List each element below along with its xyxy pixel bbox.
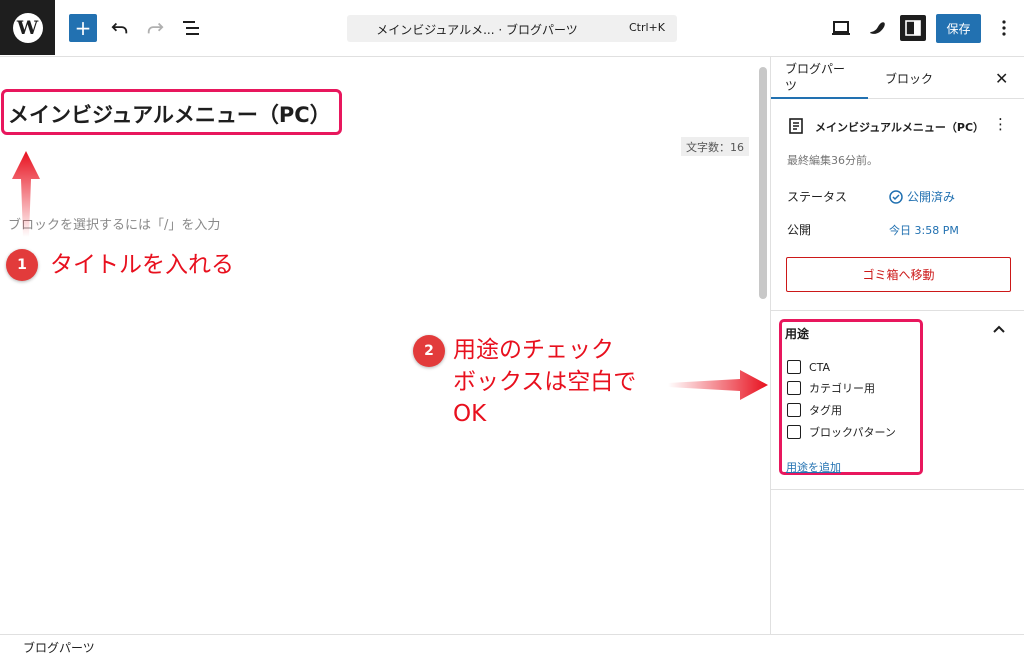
status-value-text: 公開済み <box>907 190 956 204</box>
sidebar-tabs: ブログパーツ ブロック ✕ <box>771 57 1024 99</box>
command-bar-title: メインビジュアルメ... · ブログパーツ <box>376 23 578 37</box>
plus-icon: + <box>74 16 92 40</box>
annotation-text-2-line-1: 用途のチェック <box>453 337 614 363</box>
sidebar-toggle-button[interactable] <box>900 15 926 41</box>
wordpress-logo-button[interactable]: W <box>0 0 55 55</box>
wordpress-icon-glyph: W <box>16 16 39 39</box>
editor-canvas: メインビジュアルメニュー（PC） 文字数：16 ブロックを選択するには「/」を入… <box>0 57 770 634</box>
redo-icon[interactable] <box>143 16 167 40</box>
tab-block[interactable]: ブロック <box>885 57 933 99</box>
editor-scrollbar[interactable] <box>759 67 767 299</box>
annotation-text-1: タイトルを入れる <box>50 252 234 278</box>
annotation-number-1: 1 <box>6 249 38 281</box>
sidebar-toggle-icon <box>905 20 921 36</box>
checkbox-label: CTA <box>809 360 831 374</box>
last-edited-text: 最終編集36分前。 <box>787 154 878 167</box>
status-value-button[interactable]: 公開済み <box>889 188 955 205</box>
annotation-arrow-up <box>12 151 40 237</box>
document-title: メインビジュアルメニュー（PC） <box>815 121 985 134</box>
usage-panel-title[interactable]: 用途 <box>785 325 809 342</box>
annotation-text-2-line-2: ボックスは空白で <box>453 369 637 395</box>
checkbox-label: ブロックパターン <box>809 426 896 439</box>
editor-footer-breadcrumb: ブログパーツ <box>0 634 1024 657</box>
checkbox[interactable] <box>787 425 801 439</box>
panel-divider <box>771 310 1024 311</box>
checkbox-label: タグ用 <box>809 404 842 417</box>
annotation-arrow-right <box>668 370 768 400</box>
character-count-badge: 文字数：16 <box>681 137 749 156</box>
checkbox[interactable] <box>787 403 801 417</box>
styles-icon[interactable] <box>866 16 890 40</box>
command-shortcut: Ctrl+K <box>628 21 665 34</box>
editor-toolbar: W + メインビジュアルメ... · ブログパーツ Ctrl+K 保存 <box>0 0 1024 57</box>
tab-blog-parts[interactable]: ブログパーツ <box>771 57 868 99</box>
desktop-view-icon[interactable] <box>829 16 853 40</box>
add-block-button[interactable]: + <box>69 14 97 42</box>
post-title-input[interactable]: メインビジュアルメニュー（PC） <box>8 99 331 129</box>
breadcrumb-item[interactable]: ブログパーツ <box>23 639 95 656</box>
status-label: ステータス <box>787 190 848 204</box>
checkbox[interactable] <box>787 360 801 374</box>
undo-icon[interactable] <box>108 16 132 40</box>
wordpress-icon: W <box>12 12 43 43</box>
usage-option-tag[interactable]: タグ用 <box>787 401 842 419</box>
document-summary: メインビジュアルメニュー（PC） <box>787 117 1009 137</box>
document-icon <box>789 118 803 134</box>
add-usage-link[interactable]: 用途を追加 <box>786 459 841 475</box>
chevron-up-icon[interactable] <box>991 321 1007 337</box>
usage-highlight-box <box>779 319 923 475</box>
command-palette-bar[interactable]: メインビジュアルメ... · ブログパーツ Ctrl+K <box>347 15 677 42</box>
checkbox[interactable] <box>787 381 801 395</box>
publish-date-button[interactable]: 今日 3:58 PM <box>889 222 959 238</box>
options-kebab-icon[interactable] <box>992 16 1016 40</box>
published-check-icon <box>889 190 903 204</box>
move-to-trash-button[interactable]: ゴミ箱へ移動 <box>786 257 1011 292</box>
list-view-icon[interactable] <box>179 16 203 40</box>
annotation-number-2: 2 <box>413 335 445 367</box>
annotation-text-2-line-3: OK <box>453 401 487 427</box>
settings-sidebar: ブログパーツ ブロック ✕ メインビジュアルメニュー（PC） ⋮ 最終編集36分… <box>770 57 1024 634</box>
usage-option-block-pattern[interactable]: ブロックパターン <box>787 423 896 441</box>
checkbox-label: カテゴリー用 <box>809 382 875 395</box>
panel-divider <box>771 489 1024 490</box>
document-actions-kebab-icon[interactable]: ⋮ <box>993 115 1008 133</box>
publish-label: 公開 <box>787 223 812 237</box>
close-icon[interactable]: ✕ <box>995 69 1008 88</box>
save-button[interactable]: 保存 <box>936 14 981 43</box>
usage-option-category[interactable]: カテゴリー用 <box>787 379 875 397</box>
usage-option-cta[interactable]: CTA <box>787 358 830 376</box>
